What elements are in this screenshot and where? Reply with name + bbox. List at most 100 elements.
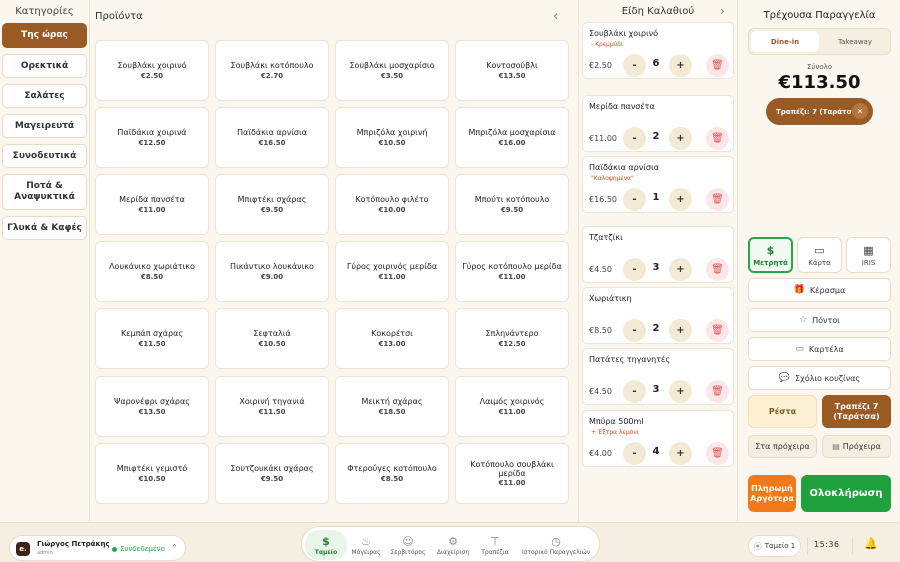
increase-button[interactable]: + — [669, 54, 692, 77]
product-tile[interactable]: Παϊδάκια χοιρινά €12.50 — [95, 107, 209, 168]
product-tile[interactable]: Κοτόπουλο σουβλάκι μερίδα €11.00 — [455, 443, 569, 504]
product-tile[interactable]: Ψαρονέφρι σχάρας €13.50 — [95, 376, 209, 437]
trash-icon[interactable]: 🗑 — [706, 319, 729, 342]
order-panel: Τρέχουσα Παραγγελία Dine-in Takeaway Σύν… — [739, 0, 900, 522]
cart-item: Πατάτες τηγανητές €4.50 - 3 + 🗑 — [582, 348, 734, 405]
complete-button[interactable]: Ολοκλήρωση — [801, 475, 891, 512]
product-tile[interactable]: Σπληνάντερο €12.50 — [455, 308, 569, 369]
product-tile[interactable]: Κεμπάπ σχάρας €11.50 — [95, 308, 209, 369]
decrease-button[interactable]: - — [623, 54, 646, 77]
product-tile[interactable]: Μεικτή σχάρας €18.50 — [335, 376, 449, 437]
product-tile[interactable]: Σουτζουκάκι σχάρας €9.50 — [215, 443, 329, 504]
product-price: €16.50 — [258, 138, 286, 147]
store-selector[interactable]: ⦿ Ταμείο 1 — [748, 535, 801, 557]
payment-label: Μετρητά — [753, 258, 788, 267]
category-salads[interactable]: Σαλάτες — [2, 84, 87, 108]
category-appetizers[interactable]: Ορεκτικά — [2, 54, 87, 78]
category-season[interactable]: Της ώρας — [2, 23, 87, 48]
product-name: Κοντοσούβλι — [486, 61, 538, 71]
product-tile[interactable]: Κοντοσούβλι €13.50 — [455, 40, 569, 101]
trash-icon[interactable]: 🗑 — [706, 380, 729, 403]
product-tile[interactable]: Κοτόπουλο φιλέτο €10.00 — [335, 174, 449, 235]
category-sides[interactable]: Συνοδευτικά — [2, 144, 87, 168]
product-tile[interactable]: Χοιρινή τηγανιά €11.50 — [215, 376, 329, 437]
product-name: Λαιμός χοιρινός — [479, 397, 545, 407]
cart-item-name: Πατάτες τηγανητές — [589, 355, 671, 364]
change-button[interactable]: Ρέστα — [748, 395, 817, 428]
categories-title: Κατηγορίες — [15, 6, 74, 17]
trash-icon[interactable]: 🗑 — [706, 127, 729, 150]
tab-takeaway[interactable]: Takeaway — [821, 31, 889, 52]
product-tile[interactable]: Μπριζόλα χοιρινή €10.50 — [335, 107, 449, 168]
product-tile[interactable]: Λουκάνικο χωριάτικο €8.50 — [95, 241, 209, 302]
category-drinks[interactable]: Ποτά & Αναψυκτικά — [2, 174, 87, 210]
drafts-label: Πρόχειρα — [842, 442, 881, 451]
tab-dine-in[interactable]: Dine-in — [751, 31, 819, 52]
pay-later-button[interactable]: Πληρωμή Αργότερα — [748, 475, 796, 512]
product-tile[interactable]: Σουβλάκι χοιρινό €2.50 — [95, 40, 209, 101]
nav-waiter[interactable]: ☺ Σερβιτόρος — [387, 530, 429, 560]
increase-button[interactable]: + — [669, 188, 692, 211]
product-tile[interactable]: Μπούτι κοτόπουλο €9.50 — [455, 174, 569, 235]
cart-item: Μπύρα 500ml + Έξτρα λεμόνι €4.00 - 4 + 🗑 — [582, 410, 734, 467]
payment-cash[interactable]: $ Μετρητά — [748, 237, 793, 273]
product-tile[interactable]: Κοκορέτσι €13.00 — [335, 308, 449, 369]
payment-iris[interactable]: ▦ IRIS — [846, 237, 891, 273]
payment-card[interactable]: ▭ Κάρτα — [797, 237, 842, 273]
kitchen-comment-button[interactable]: 💬 Σχόλιο κουζίνας — [748, 366, 891, 390]
chevron-up-icon[interactable]: ⌃ — [171, 543, 178, 552]
nav-tables[interactable]: ⊤ Τραπέζια — [477, 530, 513, 560]
close-icon[interactable]: ✕ — [852, 103, 868, 119]
category-desserts[interactable]: Γλυκά & Καφές — [2, 216, 87, 240]
table-badge[interactable]: Τραπέζι: 7 (Ταράτσα) ✕ — [766, 98, 873, 125]
product-tile[interactable]: Σεφταλιά €10.50 — [215, 308, 329, 369]
product-tile[interactable]: Πικάντικο λουκάνικο €9.00 — [215, 241, 329, 302]
product-tile[interactable]: Γύρος κοτόπουλο μερίδα €11.00 — [455, 241, 569, 302]
nav-cook[interactable]: ♨ Μάγειρας — [346, 530, 386, 560]
cart-item-qty: 2 — [652, 323, 660, 334]
decrease-button[interactable]: - — [623, 188, 646, 211]
product-tile[interactable]: Μπιφτέκι σχάρας €9.50 — [215, 174, 329, 235]
decrease-button[interactable]: - — [623, 380, 646, 403]
decrease-button[interactable]: - — [623, 258, 646, 281]
product-tile[interactable]: Λαιμός χοιρινός €11.00 — [455, 376, 569, 437]
bell-icon[interactable]: 🔔 — [864, 537, 878, 550]
increase-button[interactable]: + — [669, 380, 692, 403]
product-price: €13.00 — [378, 339, 406, 348]
product-tile[interactable]: Μπιφτέκι γεμιστό €10.50 — [95, 443, 209, 504]
product-tile[interactable]: Μπριζόλα μοσχαρίσια €16.00 — [455, 107, 569, 168]
trash-icon[interactable]: 🗑 — [706, 54, 729, 77]
increase-button[interactable]: + — [669, 127, 692, 150]
decrease-button[interactable]: - — [623, 127, 646, 150]
increase-button[interactable]: + — [669, 319, 692, 342]
increase-button[interactable]: + — [669, 258, 692, 281]
chevron-left-icon[interactable]: ‹ — [553, 9, 558, 24]
product-name: Μπιφτέκι σχάρας — [237, 195, 307, 205]
nav-cashier[interactable]: $ Ταμείο — [305, 530, 347, 560]
product-tile[interactable]: Γύρος χοιρινός μερίδα €11.00 — [335, 241, 449, 302]
trash-icon[interactable]: 🗑 — [706, 258, 729, 281]
trash-icon[interactable]: 🗑 — [706, 188, 729, 211]
product-tile[interactable]: Σουβλάκι μοσχαρίσιο €3.50 — [335, 40, 449, 101]
cart-item-name: Τζατζίκι — [589, 233, 623, 242]
nav-order-history[interactable]: ◷ Ιστορικό Παραγγελιών — [518, 530, 594, 560]
product-tile[interactable]: Φτερούγες κοτόπουλο €8.50 — [335, 443, 449, 504]
nav-admin[interactable]: ⚙ Διαχείριση — [432, 530, 474, 560]
decrease-button[interactable]: - — [623, 442, 646, 465]
table-button[interactable]: Τραπέζι 7 (Ταράτσα) — [822, 395, 891, 428]
increase-button[interactable]: + — [669, 442, 692, 465]
product-tile[interactable]: Σουβλάκι κοτόπουλο €2.70 — [215, 40, 329, 101]
decrease-button[interactable]: - — [623, 319, 646, 342]
treat-button[interactable]: 🎁 Κέρασμα — [748, 278, 891, 302]
points-button[interactable]: ☆ Πόντοι — [748, 308, 891, 332]
save-draft-button[interactable]: Στα πρόχειρα — [748, 435, 817, 458]
chevron-right-icon[interactable]: › — [720, 4, 725, 18]
product-tile[interactable]: Παϊδάκια αρνίσια €16.50 — [215, 107, 329, 168]
drafts-button[interactable]: ▤ Πρόχειρα — [822, 435, 891, 458]
user-chip[interactable]: e. Γιώργος Πετράκης admin Συνδεδεμένο ⌃ — [9, 535, 186, 561]
trash-icon[interactable]: 🗑 — [706, 442, 729, 465]
tab-account-button[interactable]: ▭ Καρτέλα — [748, 337, 891, 361]
user-role: admin — [37, 550, 53, 556]
product-tile[interactable]: Μερίδα πανσέτα €11.00 — [95, 174, 209, 235]
category-cooked[interactable]: Μαγειρευτά — [2, 114, 87, 138]
